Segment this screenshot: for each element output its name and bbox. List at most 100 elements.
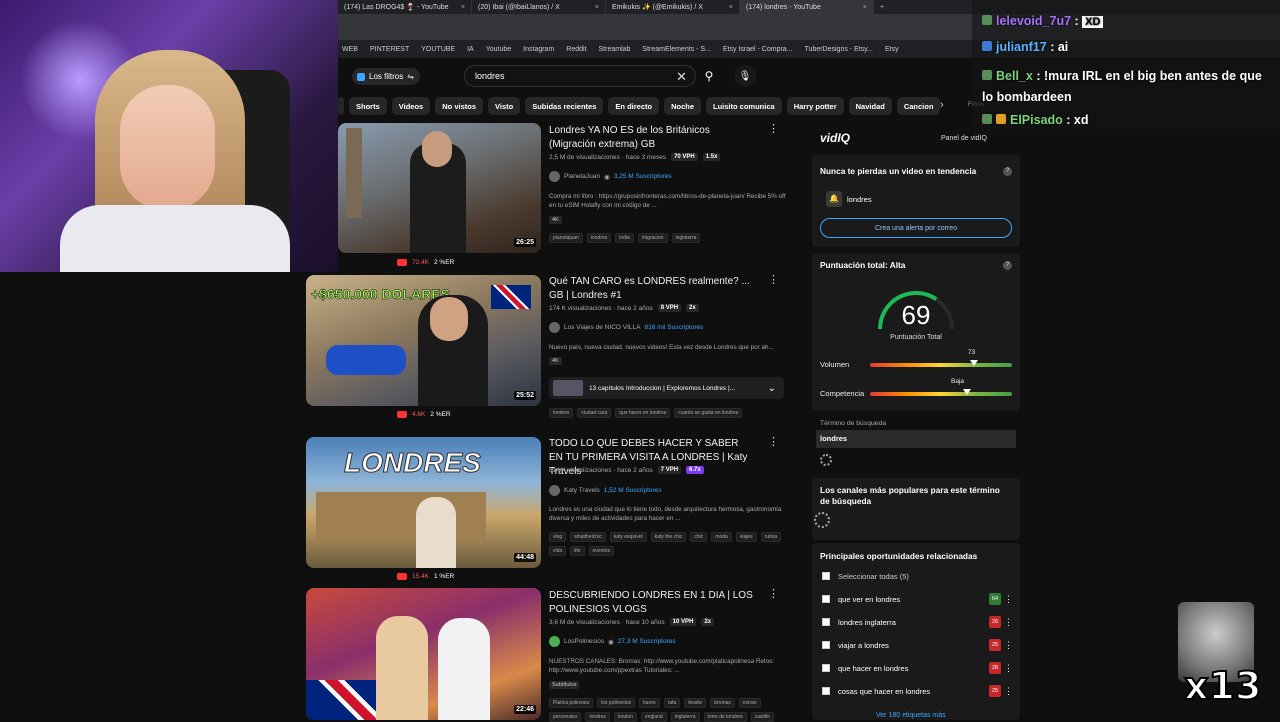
create-alert-button[interactable]: Crea una alerta por correo xyxy=(820,218,1012,238)
browser-tab[interactable]: Emikukis ✨ (@Emikukis) / X × xyxy=(606,0,740,14)
bookmark[interactable]: StreamElements - S... xyxy=(642,46,710,53)
tag[interactable]: ciudad cara xyxy=(577,408,612,418)
tag[interactable]: inglaterra xyxy=(671,233,701,243)
browser-tab[interactable]: (174) Las DROG4$ 🍷 - YouTube × xyxy=(338,0,472,14)
select-all-row[interactable]: Seleccionar todas (5) xyxy=(822,569,1012,583)
channel-row[interactable]: Katy Travels 1,52 M Suscriptores xyxy=(549,485,662,496)
chip[interactable]: Noche xyxy=(664,97,702,115)
more-options-icon[interactable]: ⋮ xyxy=(768,435,779,448)
chip[interactable]: Visto xyxy=(488,97,521,115)
tag[interactable]: london xyxy=(613,712,637,722)
tag[interactable]: extras xyxy=(738,698,761,708)
tag[interactable]: londres xyxy=(549,408,574,418)
opportunity-row[interactable]: que hacer en londres 28 ⋮ xyxy=(822,661,1013,675)
video-thumbnail[interactable]: LONDRES 44:48 xyxy=(306,437,541,568)
search-input[interactable]: londres ✕ xyxy=(464,65,696,87)
more-options-icon[interactable]: ⋮ xyxy=(1004,640,1013,651)
tag[interactable]: lesslie xyxy=(684,698,707,708)
more-options-icon[interactable]: ⋮ xyxy=(1004,594,1013,605)
chip[interactable]: Subidas recientes xyxy=(525,97,604,115)
close-icon[interactable]: × xyxy=(461,4,465,11)
bookmark[interactable]: TuberDesigns - Etsy... xyxy=(805,46,873,53)
close-icon[interactable]: × xyxy=(729,4,733,11)
tag[interactable]: rutina xyxy=(760,532,782,542)
tag[interactable]: Platica polinesia xyxy=(549,698,594,708)
chip[interactable]: En directo xyxy=(608,97,660,115)
chapters-dropdown[interactable]: 13 capítulos Introduccion | Exploremos L… xyxy=(549,377,784,399)
channel-name[interactable]: Los Viajes de NICO VILLA xyxy=(564,324,640,331)
voice-search-button[interactable]: 🎙 xyxy=(734,65,756,87)
video-thumbnail[interactable]: 26:25 xyxy=(338,123,541,253)
checkbox[interactable] xyxy=(822,687,830,695)
tag[interactable]: torre de londres xyxy=(703,712,747,722)
channel-name[interactable]: PlanetaJuan xyxy=(564,173,600,180)
more-options-icon[interactable]: ⋮ xyxy=(1004,663,1013,674)
browser-tab-active[interactable]: (174) londres - YouTube × xyxy=(740,0,874,14)
more-options-icon[interactable]: ⋮ xyxy=(1004,617,1013,628)
tag[interactable]: eventos xyxy=(588,546,615,556)
tag[interactable]: katy the chic xyxy=(650,532,687,542)
video-thumbnail[interactable]: 22:46 xyxy=(306,588,541,720)
bookmark[interactable]: Etsy xyxy=(885,46,899,53)
bookmark[interactable]: PINTEREST xyxy=(370,46,409,53)
bookmark[interactable]: Reddit xyxy=(566,46,586,53)
channel-row[interactable]: PlanetaJuan ◉ 3,25 M Suscriptores xyxy=(549,171,672,182)
tag[interactable]: england xyxy=(640,712,667,722)
tag[interactable]: que hacer en londres xyxy=(615,408,671,418)
bookmark[interactable]: IA xyxy=(467,46,474,53)
chip[interactable]: Cancion xyxy=(896,97,941,115)
chip[interactable]: Navidad xyxy=(848,97,892,115)
opportunity-row[interactable]: viajar a londres 25 ⋮ xyxy=(822,638,1013,652)
close-icon[interactable]: × xyxy=(863,4,867,11)
bookmark[interactable]: Youtube xyxy=(486,46,511,53)
tag[interactable]: karen xyxy=(639,698,660,708)
checkbox[interactable] xyxy=(822,572,830,580)
chip[interactable]: No vistos xyxy=(435,97,483,115)
channel-name[interactable]: LosPolinesios xyxy=(564,638,604,645)
tag[interactable]: india xyxy=(615,233,634,243)
video-title[interactable]: DESCUBRIENDO LONDRES EN 1 DIA | LOS POLI… xyxy=(549,589,754,617)
chip[interactable]: Luisito comunica xyxy=(706,97,782,115)
more-options-icon[interactable]: ⋮ xyxy=(1004,686,1013,697)
tag[interactable]: chic xyxy=(690,532,708,542)
tag[interactable]: vida xyxy=(549,546,567,556)
more-tags-link[interactable]: Ver 180 etiquetas más xyxy=(876,712,946,719)
checkbox[interactable] xyxy=(822,641,830,649)
opportunity-row[interactable]: cosas que hacer en londres 25 ⋮ xyxy=(822,684,1013,698)
tag[interactable]: londres xyxy=(585,712,610,722)
checkbox[interactable] xyxy=(822,618,830,626)
checkbox[interactable] xyxy=(822,664,830,672)
clear-icon[interactable]: ✕ xyxy=(676,69,687,85)
tag[interactable]: inglaterra xyxy=(670,712,700,722)
more-options-icon[interactable]: ⋮ xyxy=(768,122,779,135)
opportunity-row[interactable]: londres inglaterra 26 ⋮ xyxy=(822,615,1013,629)
tag[interactable]: londres xyxy=(586,233,612,243)
tag[interactable]: personales xyxy=(549,712,582,722)
tag[interactable]: planetajuan xyxy=(549,233,583,243)
tag[interactable]: whattheichic xyxy=(570,532,606,542)
tag[interactable]: moda xyxy=(711,532,732,542)
chevron-down-icon[interactable]: ⌄ xyxy=(768,383,776,394)
chip[interactable]: Shorts xyxy=(349,97,387,115)
bookmark[interactable]: YOUTUBE xyxy=(421,46,455,53)
channel-row[interactable]: Los Viajes de NICO VILLA 816 mil Suscript… xyxy=(549,322,703,333)
chip[interactable]: Harry potter xyxy=(786,97,844,115)
bookmark[interactable]: Streamlab xyxy=(599,46,631,53)
checkbox[interactable] xyxy=(822,595,830,603)
video-thumbnail[interactable]: +$650.000 DOLARES 25:52 xyxy=(306,275,541,406)
tag[interactable]: cuanto se gasta en londres xyxy=(674,408,743,418)
bookmark[interactable]: Instagram xyxy=(523,46,554,53)
bookmark[interactable]: WEB xyxy=(342,46,358,53)
tag[interactable]: life xyxy=(570,546,585,556)
video-title[interactable]: Qué TAN CARO es LONDRES realmente? ... G… xyxy=(549,275,754,303)
chip-partial[interactable] xyxy=(338,97,344,115)
tag[interactable]: vlog xyxy=(549,532,567,542)
tag[interactable]: bromas xyxy=(710,698,735,708)
tag[interactable]: viajes xyxy=(735,532,757,542)
close-icon[interactable]: × xyxy=(595,4,599,11)
chevron-right-icon[interactable]: › xyxy=(940,99,944,111)
more-options-icon[interactable]: ⋮ xyxy=(768,273,779,286)
video-title[interactable]: Londres YA NO ES de los Británicos (Migr… xyxy=(549,124,754,152)
tag[interactable]: los polinesios xyxy=(597,698,636,708)
filters-button[interactable]: Los filtros ⇋ xyxy=(352,68,420,85)
